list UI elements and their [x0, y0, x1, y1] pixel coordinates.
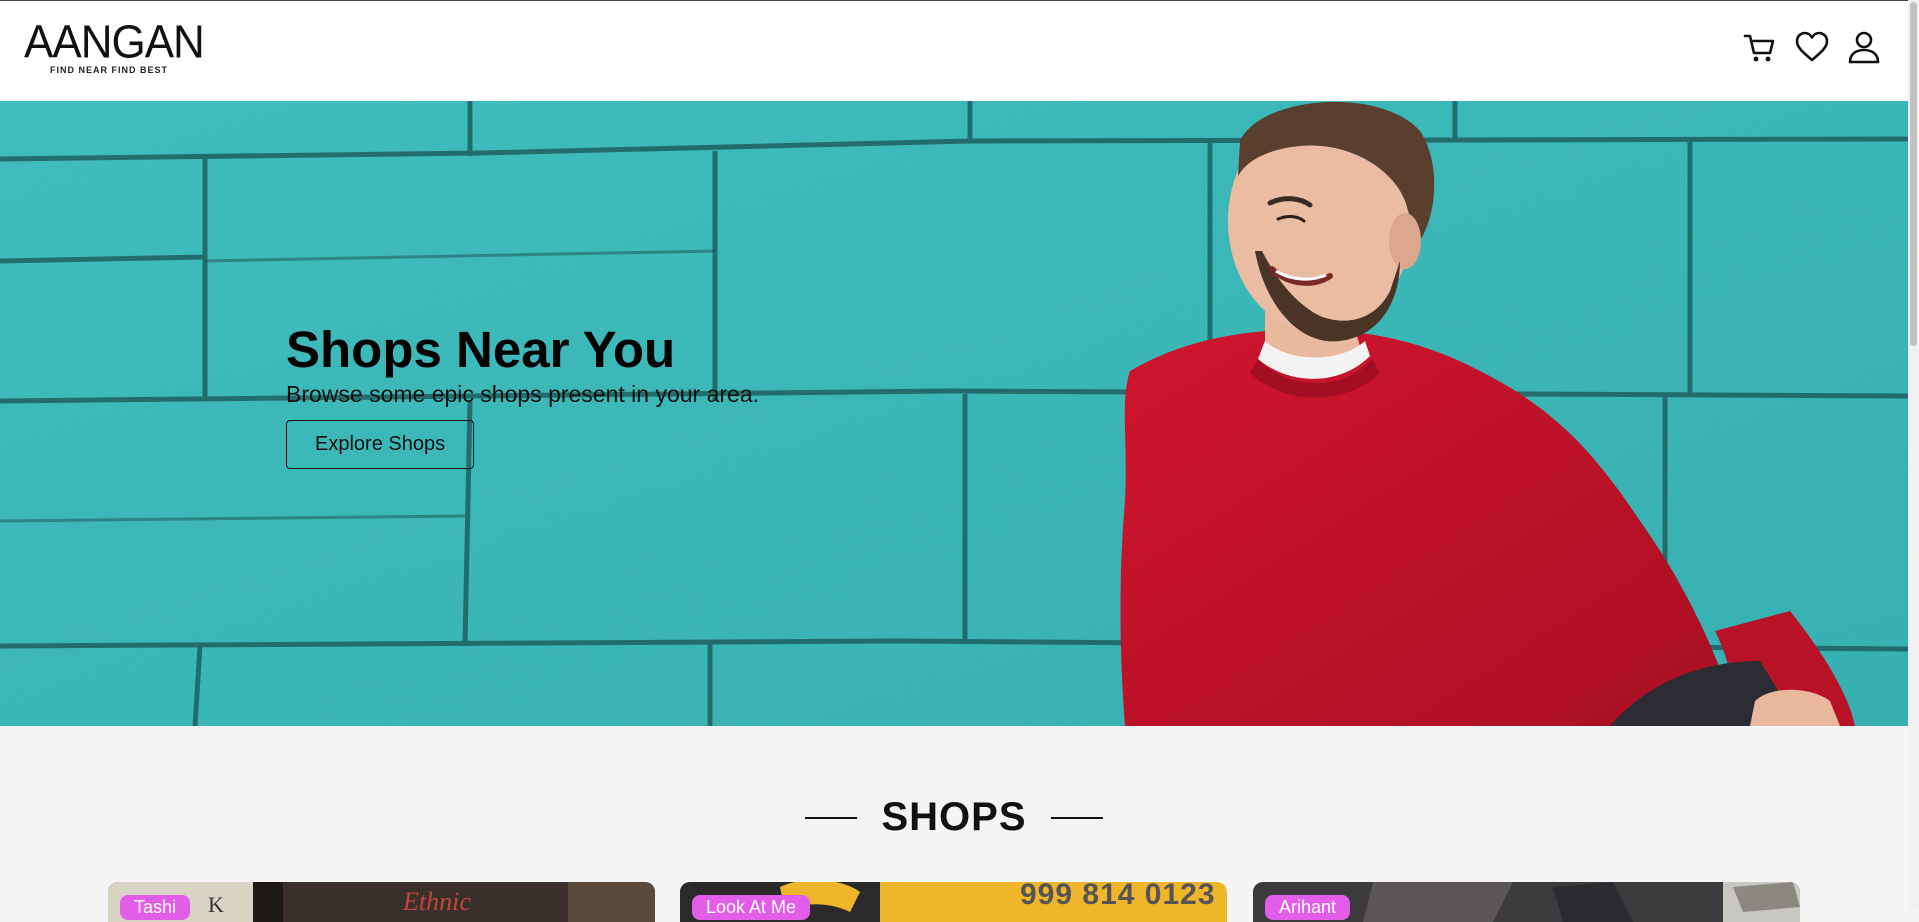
shop-card-sign-text: 999 814 0123 [1020, 882, 1216, 911]
brand-name: AANGAN [24, 16, 205, 69]
hero-subtitle: Browse some epic shops present in your a… [286, 381, 760, 407]
shop-card-image: K Ethnic [108, 882, 655, 922]
site-header: AANGAN FIND NEAR FIND BEST [0, 1, 1908, 101]
shop-card[interactable]: K Ethnic Tashi [108, 882, 655, 922]
shop-card-name-tag: Look At Me [692, 895, 811, 920]
page-scrollbar[interactable] [1908, 0, 1919, 910]
svg-text:K: K [208, 892, 224, 917]
shop-card-name-tag: Arihant [1265, 895, 1351, 920]
brand-tagline: FIND NEAR FIND BEST [50, 65, 168, 75]
explore-shops-button[interactable]: Explore Shops [286, 420, 475, 469]
shop-cards-row: K Ethnic Tashi Solution 999 814 0123 Loo… [108, 882, 1800, 922]
shops-section-heading: SHOPS [0, 795, 1908, 840]
hero-title: Shops Near You [286, 321, 676, 378]
shop-card[interactable]: Arihant [1253, 882, 1800, 922]
brand-logo[interactable]: AANGAN FIND NEAR FIND BEST [24, 19, 205, 77]
heading-rule-left [805, 816, 858, 819]
cart-icon[interactable] [1742, 29, 1778, 65]
shop-card[interactable]: Solution 999 814 0123 Look At Me [680, 882, 1227, 922]
heart-icon[interactable] [1794, 29, 1830, 65]
hero-banner: Shops Near You Browse some epic shops pr… [0, 101, 1908, 726]
hero-content: Shops Near You Browse some epic shops pr… [286, 321, 759, 469]
user-icon[interactable] [1846, 29, 1882, 65]
scrollbar-thumb[interactable] [1910, 2, 1917, 346]
heading-rule-right [1050, 816, 1103, 819]
shops-section-title: SHOPS [881, 795, 1027, 839]
header-actions [1742, 29, 1882, 65]
shop-card-name-tag: Tashi [120, 895, 191, 920]
svg-text:Ethnic: Ethnic [402, 887, 471, 916]
